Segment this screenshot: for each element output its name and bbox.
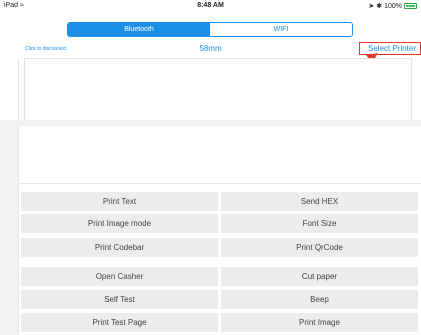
print-qrcode-button[interactable]: Print QrCode	[221, 238, 418, 257]
battery-icon	[404, 3, 417, 9]
connection-panel: Bluetooth WIFI Click to disconnect 58mm …	[0, 13, 421, 120]
status-time: 8:48 AM	[197, 2, 224, 9]
print-image-button[interactable]: Print Image	[221, 313, 418, 332]
location-icon: ➤	[368, 3, 375, 10]
battery-percent: 100%	[384, 2, 402, 10]
print-text-button[interactable]: Print Text	[21, 192, 218, 211]
print-panel: Print Text Send HEX Print Image mode Fon…	[18, 126, 421, 335]
print-codebar-button[interactable]: Print Codebar	[21, 238, 218, 257]
beep-button[interactable]: Beep	[221, 290, 418, 309]
cut-paper-button[interactable]: Cut paper	[221, 267, 418, 286]
status-right: ➤ ✱ 100%	[368, 2, 417, 10]
print-test-page-button[interactable]: Print Test Page	[21, 313, 218, 332]
connection-type-switch: Bluetooth WIFI	[67, 22, 353, 37]
bluetooth-icon: ✱	[376, 3, 383, 10]
open-casher-button[interactable]: Open Casher	[21, 267, 218, 286]
device-list[interactable]	[24, 58, 412, 120]
tab-wifi[interactable]: WIFI	[210, 23, 352, 36]
self-test-button[interactable]: Self Test	[21, 290, 218, 309]
divider-line	[18, 58, 19, 120]
tab-bluetooth[interactable]: Bluetooth	[68, 23, 210, 36]
print-image-mode-button[interactable]: Print Image mode	[21, 214, 218, 233]
status-bar: iPad ≈ 8:48 AM ➤ ✱ 100%	[0, 0, 421, 13]
send-hex-button[interactable]: Send HEX	[221, 192, 418, 211]
print-text-input[interactable]	[19, 126, 421, 184]
font-size-button[interactable]: Font Size	[221, 214, 418, 233]
